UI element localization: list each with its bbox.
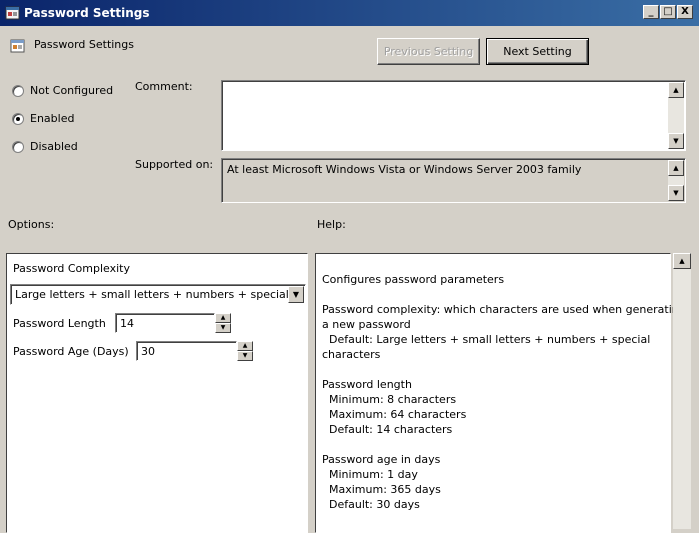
password-complexity-label: Password Complexity — [13, 262, 131, 275]
title-bar: Password Settings _ □ X — [0, 0, 699, 26]
radio-circle[interactable] — [12, 85, 24, 97]
radio-label: Not Configured — [30, 84, 114, 97]
scroll-down-icon[interactable]: ▼ — [668, 185, 684, 201]
previous-setting-button[interactable]: Previous Setting — [377, 38, 480, 65]
password-age-spinner[interactable]: ▲ ▼ — [237, 341, 253, 361]
minimize-button[interactable]: _ — [643, 5, 659, 19]
supported-on-label: Supported on: — [135, 158, 214, 171]
help-panel: Configures password parameters Password … — [315, 253, 686, 533]
scroll-down-icon[interactable]: ▼ — [668, 133, 684, 149]
spin-up-icon[interactable]: ▲ — [215, 313, 231, 323]
comment-textarea[interactable]: ▲ ▼ — [221, 80, 686, 151]
scroll-up-icon[interactable]: ▲ — [668, 82, 684, 98]
help-label: Help: — [317, 218, 346, 231]
spin-down-icon[interactable]: ▼ — [237, 351, 253, 361]
password-age-label: Password Age (Days) — [13, 345, 129, 358]
help-text: Configures password parameters Password … — [322, 273, 686, 511]
policy-window-icon — [5, 6, 20, 20]
close-button[interactable]: X — [677, 5, 693, 19]
spin-down-icon[interactable]: ▼ — [215, 323, 231, 333]
radio-circle[interactable] — [12, 141, 24, 153]
options-panel: Password Complexity Large letters + smal… — [6, 253, 308, 533]
password-complexity-value: Large letters + small letters + numbers … — [15, 288, 295, 301]
password-complexity-select[interactable]: Large letters + small letters + numbers … — [10, 284, 306, 305]
comment-scrollbar[interactable]: ▲ ▼ — [668, 82, 684, 149]
scroll-up-icon[interactable]: ▲ — [673, 253, 691, 269]
radio-label: Disabled — [30, 140, 78, 153]
policy-title: Password Settings — [34, 38, 134, 51]
radio-label: Enabled — [30, 112, 75, 125]
password-length-spinner[interactable]: ▲ ▼ — [215, 313, 231, 333]
help-scrollbar[interactable]: ▲ — [673, 253, 691, 529]
password-age-input[interactable]: 30 — [136, 341, 237, 361]
window-title: Password Settings — [24, 6, 150, 20]
maximize-button[interactable]: □ — [660, 5, 676, 19]
policy-setting-icon — [10, 39, 25, 53]
spin-up-icon[interactable]: ▲ — [237, 341, 253, 351]
radio-circle[interactable] — [12, 113, 24, 125]
scroll-up-icon[interactable]: ▲ — [668, 160, 684, 176]
password-length-input[interactable]: 14 — [115, 313, 215, 333]
supported-scrollbar[interactable]: ▲ ▼ — [668, 160, 684, 201]
supported-on-field: At least Microsoft Windows Vista or Wind… — [221, 158, 686, 203]
next-setting-button[interactable]: Next Setting — [486, 38, 589, 65]
supported-on-value: At least Microsoft Windows Vista or Wind… — [227, 163, 582, 176]
password-length-label: Password Length — [13, 317, 106, 330]
options-label: Options: — [8, 218, 55, 231]
comment-label: Comment: — [135, 80, 193, 93]
chevron-down-icon[interactable]: ▼ — [288, 286, 304, 303]
